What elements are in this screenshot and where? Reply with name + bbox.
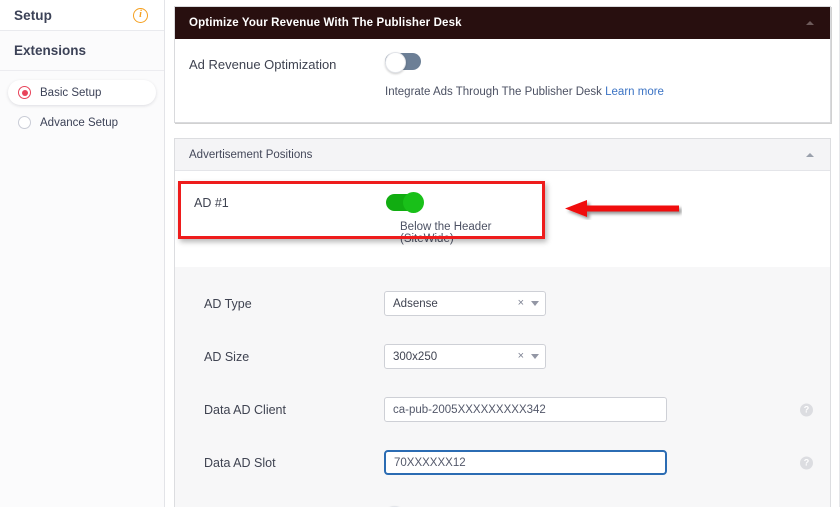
sidebar-item-basic-setup[interactable]: Basic Setup xyxy=(8,80,156,105)
optimize-revenue-panel: Optimize Your Revenue With The Publisher… xyxy=(174,6,831,123)
optimize-panel-header[interactable]: Optimize Your Revenue With The Publisher… xyxy=(175,7,830,39)
ad-size-select[interactable]: 300x250 × xyxy=(384,344,546,369)
data-ad-client-input[interactable] xyxy=(384,397,667,422)
chevron-up-icon[interactable] xyxy=(806,21,814,25)
ad-size-clear-icon[interactable]: × xyxy=(518,351,524,362)
application-window: Setup i Extensions Basic Setup Advance S… xyxy=(0,0,840,507)
red-left-arrow-icon xyxy=(565,200,679,217)
ad-type-clear-icon[interactable]: × xyxy=(518,298,524,309)
form-row-responsive-ad-unit: Responsive Ad unit xyxy=(175,489,830,507)
advertisement-positions-panel: Advertisement Positions AD #1 Below the … xyxy=(174,138,831,507)
main-content: Optimize Your Revenue With The Publisher… xyxy=(165,0,840,507)
ad-settings-form: AD Type Adsense × AD Size 300x250 × Data… xyxy=(175,267,830,507)
form-row-ad-type: AD Type Adsense × xyxy=(175,277,830,330)
form-row-data-ad-slot: Data AD Slot ? xyxy=(175,436,830,489)
info-circle-icon[interactable]: i xyxy=(133,7,148,23)
ad-1-enable-toggle[interactable] xyxy=(386,192,424,213)
radio-basic-setup[interactable] xyxy=(18,86,31,99)
sidebar-header: Setup i xyxy=(0,0,164,31)
ad-1-block: AD #1 Below the Header (SiteWide) xyxy=(180,183,548,245)
radio-advance-setup[interactable] xyxy=(18,116,31,129)
help-circle-icon[interactable]: ? xyxy=(800,456,813,469)
positions-panel-title: Advertisement Positions xyxy=(189,148,313,161)
red-left-arrow-annotation xyxy=(565,198,682,220)
sidebar-section-label: Extensions xyxy=(14,43,87,58)
data-ad-slot-label: Data AD Slot xyxy=(204,455,276,470)
ad-1-block-wrapper: AD #1 Below the Header (SiteWide) xyxy=(175,171,830,267)
sidebar-item-advance-setup[interactable]: Advance Setup xyxy=(8,110,156,135)
page-title: Setup xyxy=(14,7,53,23)
ad-size-label: AD Size xyxy=(204,349,250,364)
caret-down-icon[interactable] xyxy=(531,301,539,306)
ad-type-select[interactable]: Adsense × xyxy=(384,291,546,316)
sidebar-section-extensions: Extensions xyxy=(0,31,164,71)
help-circle-icon[interactable]: ? xyxy=(800,403,813,416)
optimize-panel-title: Optimize Your Revenue With The Publisher… xyxy=(189,17,462,29)
ad-revenue-optimization-label: Ad Revenue Optimization xyxy=(189,57,337,72)
form-row-data-ad-client: Data AD Client ? xyxy=(175,383,830,436)
caret-down-icon[interactable] xyxy=(531,354,539,359)
learn-more-link[interactable]: Learn more xyxy=(605,86,664,98)
ad-type-label: AD Type xyxy=(204,296,252,311)
sidebar-item-label: Advance Setup xyxy=(40,116,119,129)
ad-revenue-optimization-row: Ad Revenue Optimization xyxy=(175,52,830,73)
positions-panel-header[interactable]: Advertisement Positions xyxy=(175,139,830,171)
data-ad-client-label: Data AD Client xyxy=(204,402,286,417)
optimize-panel-body: Ad Revenue Optimization Integrate Ads Th… xyxy=(175,39,830,123)
sidebar-list: Basic Setup Advance Setup xyxy=(0,71,164,135)
ad-1-row: AD #1 xyxy=(194,192,548,213)
data-ad-slot-input[interactable] xyxy=(384,450,667,475)
ad-1-title: AD #1 xyxy=(194,196,229,210)
sidebar: Setup i Extensions Basic Setup Advance S… xyxy=(0,0,165,507)
form-row-ad-size: AD Size 300x250 × xyxy=(175,330,830,383)
ad-1-position-note: Below the Header (SiteWide) xyxy=(400,221,492,245)
chevron-up-icon[interactable] xyxy=(806,152,814,157)
ad-revenue-optimization-toggle[interactable] xyxy=(385,52,421,73)
sidebar-item-label: Basic Setup xyxy=(40,86,102,99)
integrate-ads-note: Integrate Ads Through The Publisher Desk… xyxy=(175,86,830,98)
ad-size-value: 300x250 xyxy=(393,350,438,363)
ad-type-value: Adsense xyxy=(393,297,438,310)
integrate-ads-note-text: Integrate Ads Through The Publisher Desk xyxy=(385,86,602,98)
